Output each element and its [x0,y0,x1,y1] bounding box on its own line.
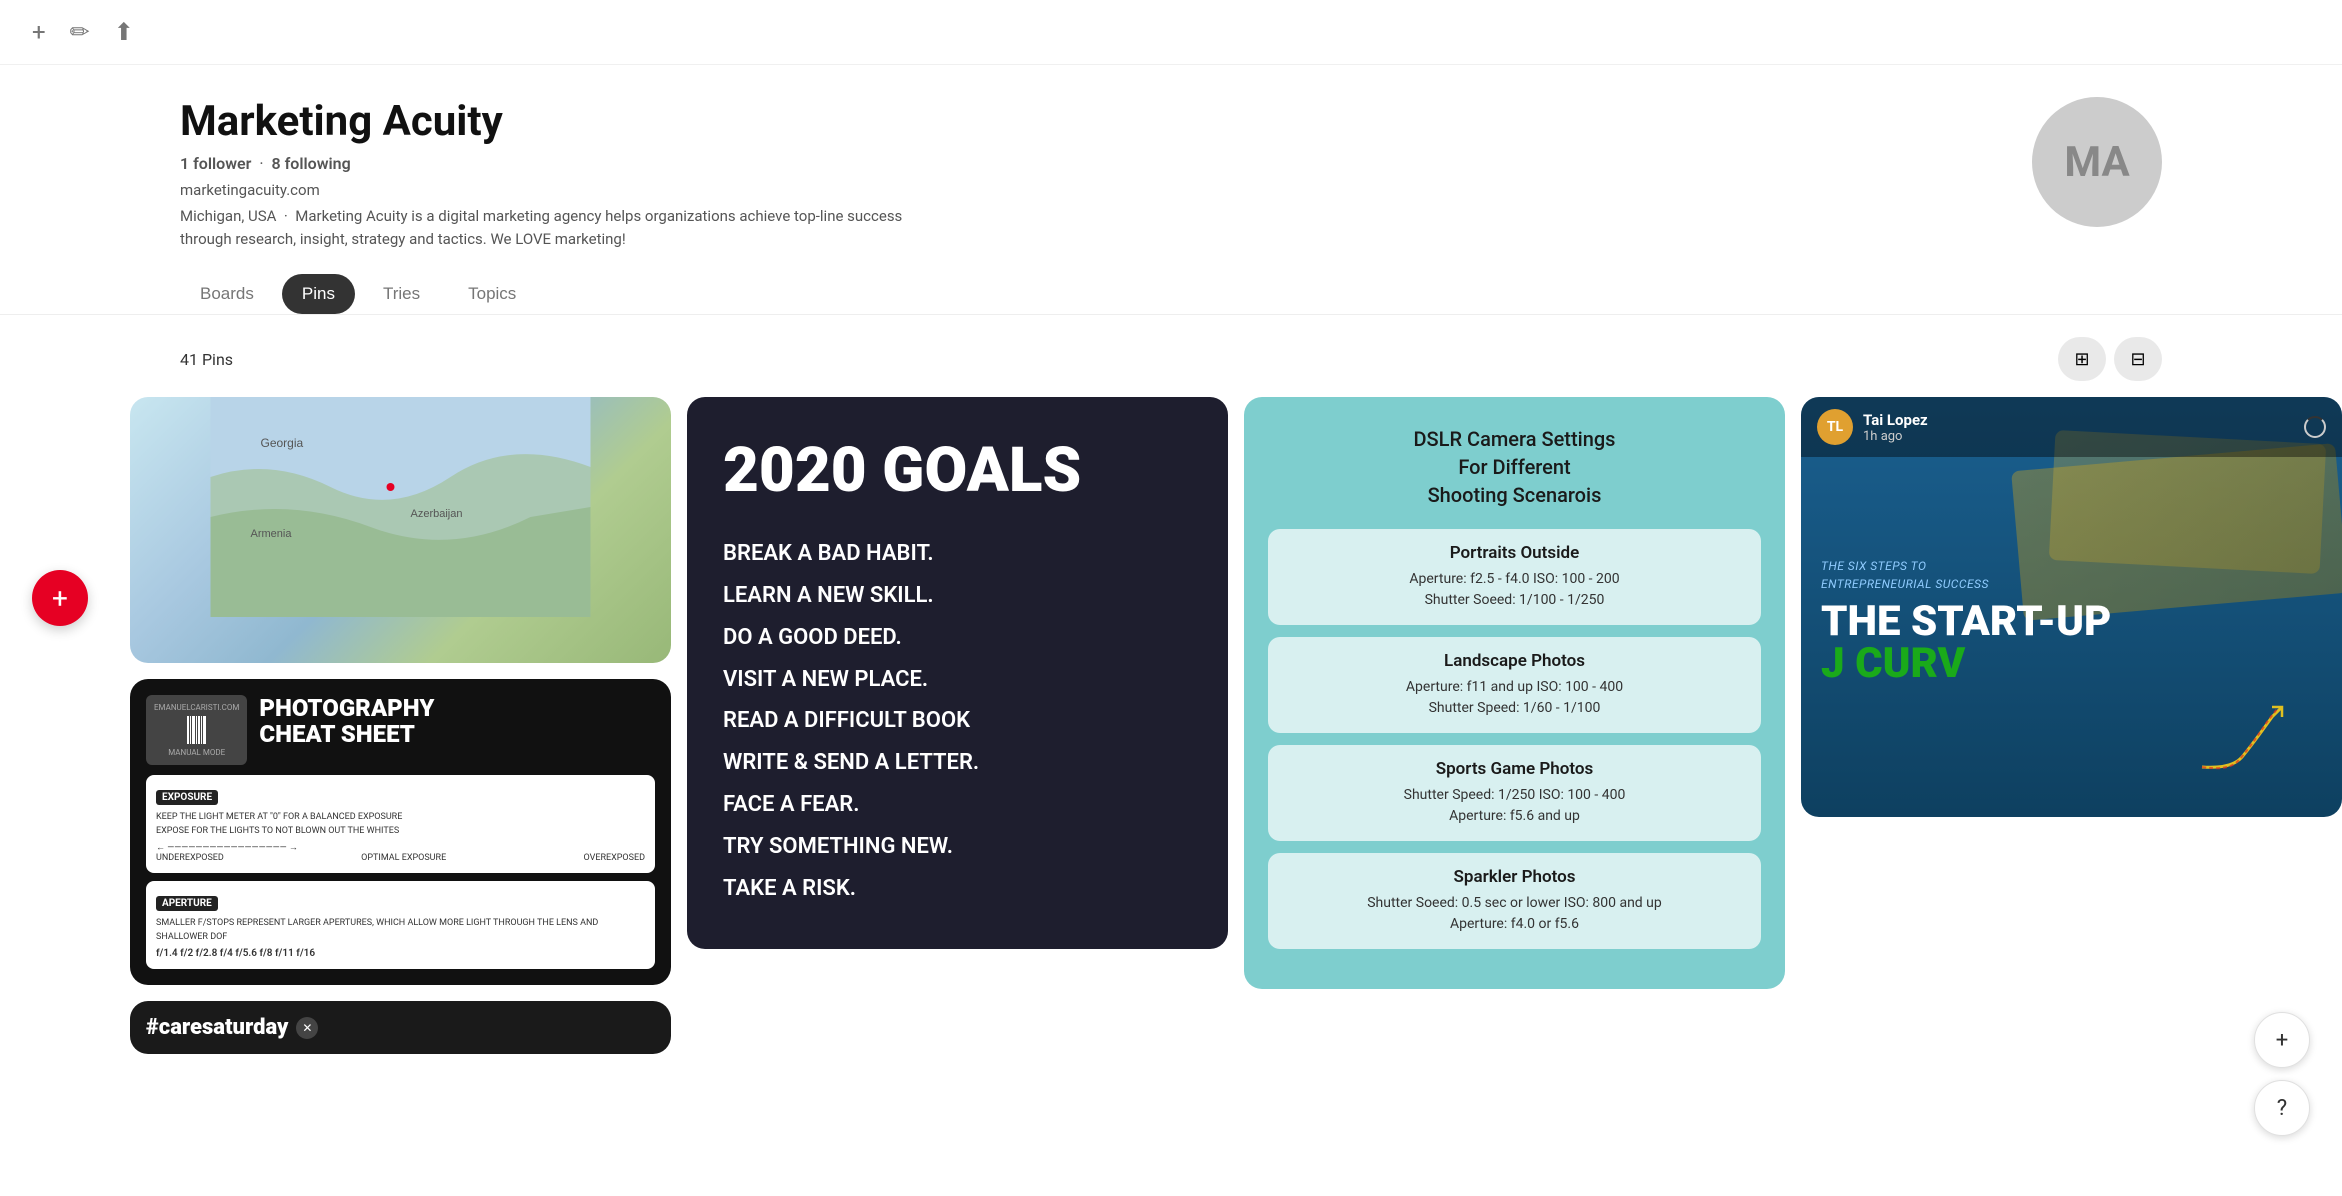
profile-name: Marketing Acuity [180,97,940,146]
grid-large-toggle[interactable]: ⊞ [2058,337,2106,381]
profile-info: Marketing Acuity 1 follower · 8 followin… [180,97,940,250]
pins-header: 41 Pins ⊞ ⊟ [0,327,2342,397]
goal-item: WRITE & SEND A LETTER. [723,742,1192,784]
goal-item: READ A DIFFICULT BOOK [723,700,1192,742]
profile-desc-text: Marketing Acuity is a digital marketing … [180,207,902,248]
barcode-source: EMANUELCARISTI.COM [154,703,239,712]
profile-website[interactable]: marketingacuity.com [180,181,940,199]
tab-pins[interactable]: Pins [282,274,355,314]
toolbar: + ✏ ⬆ [0,0,2342,65]
exposure-label: EXPOSURE [156,790,218,805]
avatar: MA [2032,97,2162,227]
goals-list: BREAK A BAD HABIT. LEARN A NEW SKILL. DO… [723,533,1192,909]
pin-column-3: DSLR Camera SettingsFor DifferentShootin… [1244,397,1785,1054]
goal-item: FACE A FEAR. [723,784,1192,826]
profile-section: Marketing Acuity 1 follower · 8 followin… [0,65,2342,274]
aperture-label: APERTURE [156,896,218,911]
profile-location: Michigan, USA [180,207,276,225]
goals-title: 2020 GOALS [723,437,1192,505]
add-icon[interactable]: + [32,18,46,46]
goal-item: TRY SOMETHING NEW. [723,826,1192,868]
tab-topics[interactable]: Topics [448,274,536,314]
dslr-scenario-landscape: Landscape Photos Aperture: f11 and up IS… [1268,637,1761,733]
exposure-text: KEEP THE LIGHT METER AT "0" FOR A BALANC… [156,811,645,838]
followers-count: 1 follower [180,154,251,173]
svg-text:Georgia: Georgia [261,436,304,450]
pins-count: 41 Pins [180,350,233,369]
help-button[interactable]: ? [2254,1080,2310,1136]
goals-pin-card[interactable]: 2020 GOALS BREAK A BAD HABIT. LEARN A NE… [687,397,1228,949]
cheat-sheet-title: PHOTOGRAPHY [259,695,434,721]
f-stops: f/1.4 f/2 f/2.8 f/4 f/5.6 f/8 f/11 f/16 [156,948,645,959]
scenario-name-sports: Sports Game Photos [1286,759,1743,779]
fab-group: + ? [2254,1012,2310,1136]
cheat-sheet-title2: CHEAT SHEET [259,721,434,747]
add-button[interactable]: + [2254,1012,2310,1068]
scenario-detail2-sparkler: Aperture: f4.0 or f5.6 [1286,914,1743,935]
dslr-scenario-sparkler: Sparkler Photos Shutter Soeed: 0.5 sec o… [1268,853,1761,949]
view-toggles: ⊞ ⊟ [2058,337,2162,381]
tab-tries[interactable]: Tries [363,274,440,314]
book-pin-card[interactable]: TL Tai Lopez 1h ago THE SIX STEPS TOENTR… [1801,397,2342,817]
book-main-title: THE START-UP [1821,601,2111,643]
edit-icon[interactable]: ✏ [70,18,90,46]
following-count: 8 following [271,154,350,173]
caresaturday-text: #caresaturday [146,1015,288,1040]
goal-item: DO A GOOD DEED. [723,617,1192,659]
map-image: Georgia Azerbaijan Armenia [130,397,671,663]
goal-item: TAKE A RISK. [723,868,1192,910]
goal-item: BREAK A BAD HABIT. [723,533,1192,575]
profile-description: Michigan, USA · Marketing Acuity is a di… [180,205,940,250]
dslr-pin-card[interactable]: DSLR Camera SettingsFor DifferentShootin… [1244,397,1785,989]
book-time: 1h ago [1863,429,1928,444]
cheat-sheet-pin-card[interactable]: EMANUELCARISTI.COM MANUAL MODE PHOTOGRAP… [130,679,671,985]
loading-spinner-icon [2304,416,2326,438]
tab-boards[interactable]: Boards [180,274,274,314]
pin-column-1: Georgia Azerbaijan Armenia Coaching star… [130,397,671,1054]
aperture-note: SMALLER F/STOPS REPRESENT LARGER APERTUR… [156,917,645,944]
pin-column-2: 2020 GOALS BREAK A BAD HABIT. LEARN A NE… [687,397,1228,1054]
book-title-curve: J CURV [1821,643,2111,685]
nav-tabs: Boards Pins Tries Topics [0,274,2342,315]
svg-text:Armenia: Armenia [251,528,293,540]
optimal-exposure: OPTIMAL EXPOSURE [361,853,446,863]
book-subtitle: THE SIX STEPS TOENTREPRENEURIAL SUCCESS [1821,557,2111,593]
grid-small-toggle[interactable]: ⊟ [2114,337,2162,381]
scenario-name-portraits: Portraits Outside [1286,543,1743,563]
scenario-detail1-portraits: Aperture: f2.5 - f4.0 ISO: 100 - 200 [1286,569,1743,590]
scenario-detail2-landscape: Shutter Speed: 1/60 - 1/100 [1286,698,1743,719]
share-icon[interactable]: ⬆ [114,18,134,46]
caresaturday-pin-card[interactable]: #caresaturday ✕ [130,1001,671,1054]
svg-text:Azerbaijan: Azerbaijan [411,508,463,520]
scenario-name-landscape: Landscape Photos [1286,651,1743,671]
scenario-detail2-sports: Aperture: f5.6 and up [1286,806,1743,827]
book-author: Tai Lopez [1863,411,1928,429]
scenario-detail1-sparkler: Shutter Soeed: 0.5 sec or lower ISO: 800… [1286,893,1743,914]
pin-grid: Georgia Azerbaijan Armenia Coaching star… [0,397,2342,1054]
close-badge: ✕ [296,1017,318,1039]
scenario-detail1-landscape: Aperture: f11 and up ISO: 100 - 400 [1286,677,1743,698]
dslr-scenario-portraits: Portraits Outside Aperture: f2.5 - f4.0 … [1268,529,1761,625]
manual-mode-label: MANUAL MODE [168,748,225,757]
scenario-detail2-portraits: Shutter Soeed: 1/100 - 1/250 [1286,590,1743,611]
pin-column-4: TL Tai Lopez 1h ago THE SIX STEPS TOENTR… [1801,397,2342,1054]
profile-meta: 1 follower · 8 following [180,154,940,173]
grid-large-icon: ⊞ [2074,349,2089,370]
dslr-title: DSLR Camera SettingsFor DifferentShootin… [1268,425,1761,509]
goal-item: VISIT A NEW PLACE. [723,659,1192,701]
j-curve-chart [2192,697,2312,777]
goal-item: LEARN A NEW SKILL. [723,575,1192,617]
under-exposed: UNDEREXPOSED [156,853,224,863]
scenario-name-sparkler: Sparkler Photos [1286,867,1743,887]
over-exposed: OVEREXPOSED [584,853,645,863]
book-author-avatar: TL [1817,409,1853,445]
scenario-detail1-sports: Shutter Speed: 1/250 ISO: 100 - 400 [1286,785,1743,806]
map-pin-card[interactable]: Georgia Azerbaijan Armenia Coaching star… [130,397,671,663]
dslr-scenario-sports: Sports Game Photos Shutter Speed: 1/250 … [1268,745,1761,841]
grid-small-icon: ⊟ [2130,349,2145,370]
add-pin-fab[interactable]: + [32,570,88,626]
